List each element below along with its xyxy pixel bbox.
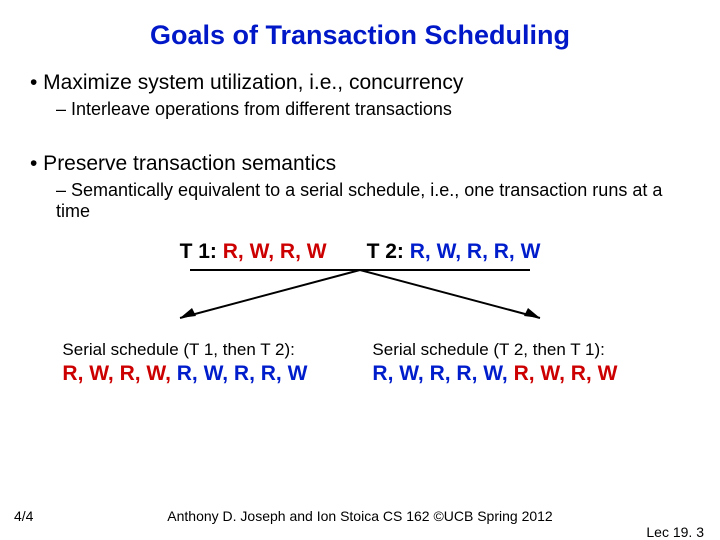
bullet-1: • Maximize system utilization, i.e., con… [30,71,690,95]
slide-content: • Maximize system utilization, i.e., con… [0,71,720,386]
schedule-right-red: R, W, R, W [514,362,618,385]
schedule-left-label: Serial schedule (T 1, then T 2): [62,340,347,360]
footer-center: Anthony D. Joseph and Ion Stoica CS 162 … [0,508,720,524]
arrow-diagram [80,264,640,334]
transaction-row: T 1: R, W, R, W T 2: R, W, R, R, W [30,240,690,264]
schedules-row: Serial schedule (T 1, then T 2): R, W, R… [30,340,690,386]
bullet-2: • Preserve transaction semantics [30,152,690,176]
t1-label: T 1: [180,240,217,263]
t1-ops: R, W, R, W [217,240,327,263]
schedule-left-seq: R, W, R, W, R, W, R, R, W [62,362,347,386]
schedule-right-label: Serial schedule (T 2, then T 1): [372,340,657,360]
schedule-right: Serial schedule (T 2, then T 1): R, W, R… [372,340,657,386]
bullet-1-sub: – Interleave operations from different t… [56,99,690,120]
footer-lecture: Lec 19. 3 [646,524,704,540]
t2-label: T 2: [367,240,404,263]
footer-date: 4/4 [14,508,33,524]
txn-t1: T 1: R, W, R, W [180,240,327,264]
bullet-2-sub: – Semantically equivalent to a serial sc… [56,180,690,222]
schedule-right-blue: R, W, R, R, W, [372,362,513,385]
t2-ops: R, W, R, R, W [404,240,541,263]
schedule-left: Serial schedule (T 1, then T 2): R, W, R… [62,340,347,386]
schedule-left-red: R, W, R, W, [62,362,176,385]
slide-title: Goals of Transaction Scheduling [0,0,720,71]
txn-t2: T 2: R, W, R, R, W [367,240,541,264]
schedule-right-seq: R, W, R, R, W, R, W, R, W [372,362,657,386]
slide-footer: 4/4 Anthony D. Joseph and Ion Stoica CS … [0,508,720,524]
schedule-left-blue: R, W, R, R, W [177,362,308,385]
